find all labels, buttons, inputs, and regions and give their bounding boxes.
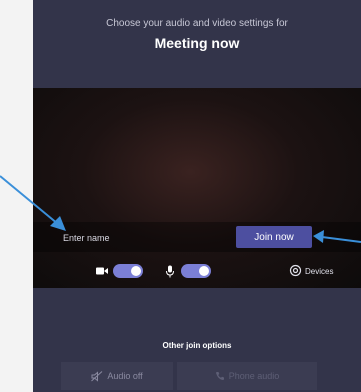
left-callout-arrow-icon (0, 175, 66, 231)
devices-button[interactable]: Devices (305, 267, 333, 276)
microphone-toggle-knob (199, 266, 209, 276)
phone-icon (215, 372, 224, 380)
phone-audio-label: Phone audio (228, 371, 280, 381)
gear-icon[interactable] (289, 264, 302, 277)
microphone-icon (166, 265, 174, 278)
speaker-off-icon (91, 370, 103, 382)
join-panel: Choose your audio and video settings for… (33, 0, 361, 392)
join-now-button[interactable]: Join now (236, 226, 312, 248)
camera-icon (96, 267, 108, 275)
camera-toggle[interactable] (113, 264, 143, 278)
right-callout-arrow-icon (313, 230, 361, 243)
meeting-title: Meeting now (154, 35, 240, 51)
microphone-toggle[interactable] (181, 264, 211, 278)
other-join-options-title: Other join options (162, 341, 232, 350)
phone-audio-button[interactable]: Phone audio (177, 362, 317, 390)
settings-subtitle: Choose your audio and video settings for (106, 18, 288, 29)
audio-off-button[interactable]: Audio off (61, 362, 173, 390)
audio-off-label: Audio off (107, 371, 143, 381)
name-input[interactable] (63, 229, 213, 247)
camera-toggle-knob (131, 266, 141, 276)
